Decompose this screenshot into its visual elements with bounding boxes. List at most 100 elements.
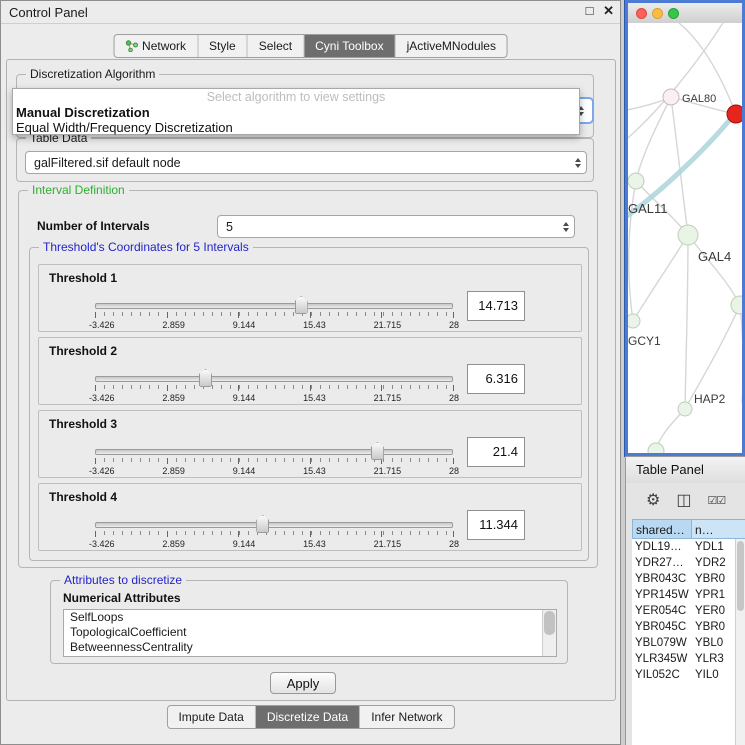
node-label: GCY1 bbox=[628, 334, 661, 348]
cyni-toolbox-panel: Discretization Algorithm Select algorith… bbox=[6, 59, 616, 701]
scrollbar-thumb[interactable] bbox=[737, 541, 744, 611]
network-icon bbox=[125, 40, 138, 52]
network-node[interactable] bbox=[628, 173, 644, 189]
threshold-label: Threshold 1 bbox=[49, 271, 117, 285]
table-panel-title: Table Panel bbox=[636, 462, 704, 477]
tab-label: Discretize Data bbox=[267, 710, 348, 724]
table-row[interactable]: YDL19…YDL1 bbox=[632, 539, 745, 555]
combobox-arrows-icon bbox=[570, 155, 586, 171]
settings-gear-icon[interactable]: ⚙ bbox=[646, 493, 660, 509]
slider-track[interactable] bbox=[95, 449, 453, 455]
threshold-label: Threshold 2 bbox=[49, 344, 117, 358]
tab-style[interactable]: Style bbox=[198, 35, 248, 57]
slider-thumb[interactable] bbox=[295, 296, 308, 314]
table-panel-titlebar: Table Panel bbox=[626, 457, 745, 484]
close-icon[interactable]: ✕ bbox=[603, 3, 614, 19]
column-header-shared-name[interactable]: shared… bbox=[632, 519, 692, 539]
slider-scale-labels: -3.4262.8599.14415.4321.71528 bbox=[89, 393, 459, 403]
slider-track[interactable] bbox=[95, 376, 453, 382]
threshold-2-value-field[interactable]: 6.316 bbox=[467, 364, 525, 394]
table-panel-window: Table Panel ⚙ ◫ ☑☑ shared… n… YDL19…YDL1… bbox=[625, 456, 745, 745]
zoom-traffic-light-icon[interactable] bbox=[668, 8, 679, 19]
control-panel-window: Control Panel □ ✕ Network Style Select C… bbox=[0, 0, 621, 745]
float-window-icon[interactable]: □ bbox=[586, 3, 594, 18]
slider-ticks bbox=[95, 312, 453, 316]
number-of-intervals-value: 5 bbox=[218, 220, 558, 234]
app-root: Control Panel □ ✕ Network Style Select C… bbox=[0, 0, 745, 745]
dropdown-option-manual-discretization[interactable]: Manual Discretization bbox=[13, 105, 579, 120]
slider-thumb[interactable] bbox=[256, 515, 269, 533]
network-node[interactable] bbox=[731, 296, 742, 314]
tab-impute-data[interactable]: Impute Data bbox=[167, 706, 255, 728]
attributes-group: Attributes to discretize Numerical Attri… bbox=[50, 580, 568, 664]
slider-thumb[interactable] bbox=[371, 442, 384, 460]
tab-jactivemnodules[interactable]: jActiveMNodules bbox=[396, 35, 507, 57]
tab-network[interactable]: Network bbox=[114, 35, 198, 57]
slider-ticks bbox=[95, 531, 453, 535]
table-row[interactable]: YDR27…YDR2 bbox=[632, 555, 745, 571]
threshold-4-value-field[interactable]: 11.344 bbox=[467, 510, 525, 540]
list-item[interactable]: BetweennessCentrality bbox=[64, 640, 556, 655]
scrollbar-thumb[interactable] bbox=[544, 611, 555, 635]
list-item[interactable]: SelfLoops bbox=[64, 610, 556, 625]
numerical-attributes-label: Numerical Attributes bbox=[63, 591, 181, 605]
threshold-3-value-field[interactable]: 21.4 bbox=[467, 437, 525, 467]
table-data-combobox[interactable]: galFiltered.sif default node bbox=[25, 151, 587, 174]
control-panel-titlebar: Control Panel □ ✕ bbox=[1, 1, 620, 24]
list-item[interactable]: TopologicalCoefficient bbox=[64, 625, 556, 640]
close-traffic-light-icon[interactable] bbox=[636, 8, 647, 19]
node-label: HAP2 bbox=[694, 392, 726, 406]
threshold-2-slider[interactable]: -3.4262.8599.14415.4321.71528 bbox=[95, 376, 453, 404]
threshold-4-slider[interactable]: -3.4262.8599.14415.4321.71528 bbox=[95, 522, 453, 550]
table-data-value: galFiltered.sif default node bbox=[26, 156, 570, 170]
numerical-attributes-list[interactable]: SelfLoops TopologicalCoefficient Between… bbox=[63, 609, 557, 657]
table-row[interactable]: YER054CYER0 bbox=[632, 603, 745, 619]
group-title-attributes: Attributes to discretize bbox=[60, 573, 186, 587]
threshold-1-value-field[interactable]: 14.713 bbox=[467, 291, 525, 321]
threshold-1-panel: Threshold 1 -3.4262.8599.14415.4321.7152… bbox=[38, 264, 582, 332]
threshold-3-slider[interactable]: -3.4262.8599.14415.4321.71528 bbox=[95, 449, 453, 477]
slider-thumb[interactable] bbox=[199, 369, 212, 387]
table-row[interactable]: YBR045CYBR0 bbox=[632, 619, 745, 635]
table-row[interactable]: YBR043CYBR0 bbox=[632, 571, 745, 587]
network-node-selected[interactable] bbox=[727, 105, 742, 123]
slider-track[interactable] bbox=[95, 303, 453, 309]
list-scrollbar[interactable] bbox=[542, 610, 556, 656]
threshold-3-panel: Threshold 3 -3.4262.8599.14415.4321.7152… bbox=[38, 410, 582, 478]
show-columns-icon[interactable]: ◫ bbox=[676, 493, 691, 509]
table-row[interactable]: YLR345WYLR3 bbox=[632, 651, 745, 667]
column-header-name[interactable]: n… bbox=[692, 519, 745, 539]
select-columns-icon[interactable]: ☑☑ bbox=[707, 493, 725, 509]
tab-discretize-data[interactable]: Discretize Data bbox=[256, 706, 360, 728]
threshold-1-slider[interactable]: -3.4262.8599.14415.4321.71528 bbox=[95, 303, 453, 331]
table-data-group: Table Data galFiltered.sif default node bbox=[16, 138, 594, 182]
network-node[interactable] bbox=[678, 225, 698, 245]
tab-cyni-toolbox[interactable]: Cyni Toolbox bbox=[304, 35, 395, 57]
node-label: GAL11 bbox=[628, 201, 668, 216]
tab-select[interactable]: Select bbox=[248, 35, 304, 57]
minimize-traffic-light-icon[interactable] bbox=[652, 8, 663, 19]
threshold-label: Threshold 3 bbox=[49, 417, 117, 431]
table-scrollbar[interactable] bbox=[735, 539, 745, 745]
node-attribute-table: shared… n… YDL19…YDL1 YDR27…YDR2 YBR043C… bbox=[632, 519, 745, 745]
network-canvas[interactable]: GAL80 GAL11 GAL4 GCY1 HAP2 bbox=[628, 23, 742, 453]
table-row[interactable]: YBL079WYBL0 bbox=[632, 635, 745, 651]
algorithm-placeholder: Select algorithm to view settings bbox=[13, 90, 579, 105]
network-node[interactable] bbox=[678, 402, 692, 416]
network-node[interactable] bbox=[663, 89, 679, 105]
network-node[interactable] bbox=[628, 314, 640, 328]
table-row[interactable]: YPR145WYPR1 bbox=[632, 587, 745, 603]
threshold-4-panel: Threshold 4 -3.4262.8599.14415.4321.7152… bbox=[38, 483, 582, 551]
dropdown-option-equal-width[interactable]: Equal Width/Frequency Discretization bbox=[13, 120, 579, 135]
apply-button[interactable]: Apply bbox=[270, 672, 336, 694]
number-of-intervals-combobox[interactable]: 5 bbox=[217, 215, 575, 238]
network-node[interactable] bbox=[648, 443, 664, 453]
threshold-2-panel: Threshold 2 -3.4262.8599.14415.4321.7152… bbox=[38, 337, 582, 405]
tab-infer-network[interactable]: Infer Network bbox=[360, 706, 453, 728]
interval-definition-group: Interval Definition Number of Intervals … bbox=[18, 190, 598, 568]
network-view-window: GAL80 GAL11 GAL4 GCY1 HAP2 bbox=[625, 0, 745, 456]
number-of-intervals-label: Number of Intervals bbox=[37, 219, 150, 233]
table-row[interactable]: YIL052CYIL0 bbox=[632, 667, 745, 683]
tab-label: Select bbox=[259, 39, 292, 53]
slider-track[interactable] bbox=[95, 522, 453, 528]
